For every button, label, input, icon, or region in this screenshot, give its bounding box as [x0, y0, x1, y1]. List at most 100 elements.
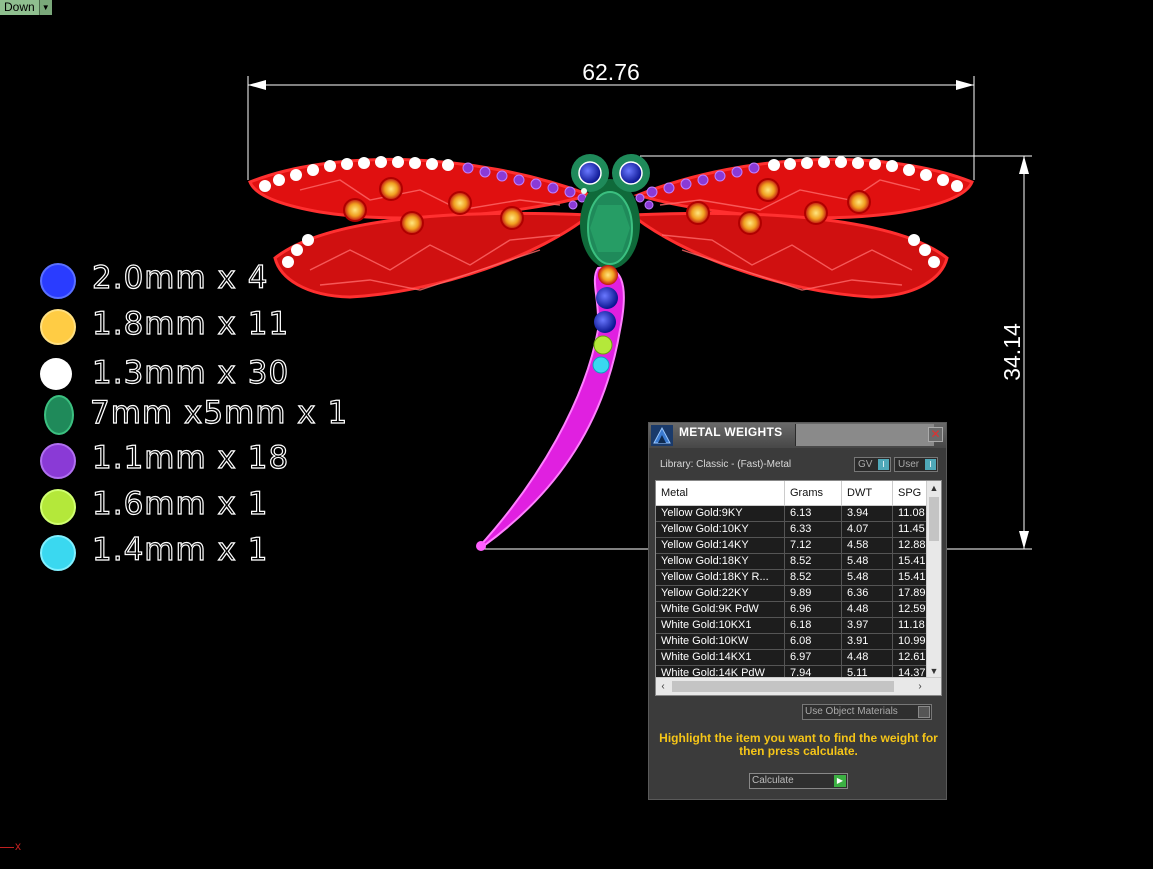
x-axis-label: x — [15, 839, 21, 853]
cell-metal: Yellow Gold:18KY R... — [656, 570, 785, 585]
cell-metal: White Gold:10KX1 — [656, 618, 785, 633]
stone-swatch-icon — [40, 309, 76, 345]
table-row[interactable]: White Gold:9K PdW 6.96 4.48 12.59 — [656, 602, 928, 618]
table-row[interactable]: White Gold:10KX1 6.18 3.97 11.18 — [656, 618, 928, 634]
library-label: Library: Classic - (Fast)-Metal — [660, 459, 792, 470]
user-toggle-label: User — [898, 459, 920, 470]
vertical-scrollbar[interactable]: ▲ ▼ — [926, 481, 941, 678]
stone-swatch-icon — [40, 443, 76, 479]
cell-grams: 9.89 — [785, 586, 842, 601]
stone-swatch-icon — [40, 263, 76, 299]
legend-text: 1.3mm x 30 — [91, 354, 290, 391]
cell-spg: 15.41 — [893, 570, 928, 585]
height-dimension-label: 34.14 — [999, 323, 1025, 381]
cell-grams: 6.96 — [785, 602, 842, 617]
chevron-right-icon[interactable]: › — [913, 678, 927, 695]
cell-grams: 8.52 — [785, 570, 842, 585]
stone-swatch-icon — [40, 535, 76, 571]
cell-metal: White Gold:9K PdW — [656, 602, 785, 617]
column-header-dwt[interactable]: DWT — [842, 481, 893, 505]
width-dimension-label: 62.76 — [582, 59, 640, 85]
cell-metal: Yellow Gold:22KY — [656, 586, 785, 601]
cell-spg: 11.45 — [893, 522, 928, 537]
cell-metal: Yellow Gold:14KY — [656, 538, 785, 553]
toggle-icon: I — [925, 459, 936, 470]
scroll-thumb[interactable] — [929, 497, 939, 541]
legend-text: 1.8mm x 11 — [91, 305, 290, 342]
scroll-thumb[interactable] — [672, 681, 894, 692]
cell-grams: 6.13 — [785, 506, 842, 521]
gv-toggle[interactable]: GV I — [854, 457, 891, 472]
toggle-icon — [918, 706, 930, 718]
chevron-up-icon[interactable]: ▲ — [927, 481, 941, 495]
legend-text: 1.4mm x 1 — [91, 531, 269, 568]
use-object-materials-toggle[interactable]: Use Object Materials — [802, 704, 932, 720]
cell-grams: 8.52 — [785, 554, 842, 569]
table-row[interactable]: Yellow Gold:18KY 8.52 5.48 15.41 — [656, 554, 928, 570]
app-logo-icon — [651, 425, 673, 446]
cell-grams: 6.18 — [785, 618, 842, 633]
play-icon: ▶ — [834, 775, 846, 787]
cell-spg: 11.08 — [893, 506, 928, 521]
cell-dwt: 3.94 — [842, 506, 893, 521]
cell-spg: 17.89 — [893, 586, 928, 601]
cell-dwt: 4.48 — [842, 650, 893, 665]
chevron-down-icon[interactable]: ▼ — [927, 664, 941, 678]
cell-dwt: 5.48 — [842, 570, 893, 585]
column-header-metal[interactable]: Metal — [656, 481, 785, 505]
table-header: Metal Grams DWT SPG — [656, 481, 928, 506]
cell-metal: Yellow Gold:10KY — [656, 522, 785, 537]
cell-dwt: 3.97 — [842, 618, 893, 633]
x-axis-indicator — [0, 847, 14, 848]
cell-grams: 6.97 — [785, 650, 842, 665]
horizontal-scrollbar[interactable]: ‹ › — [656, 677, 941, 695]
calculate-button[interactable]: Calculate ▶ — [749, 773, 848, 789]
table-row[interactable]: Yellow Gold:9KY 6.13 3.94 11.08 — [656, 506, 928, 522]
stone-swatch-icon — [44, 395, 74, 435]
cell-dwt: 5.48 — [842, 554, 893, 569]
legend-text: 1.1mm x 18 — [91, 439, 290, 476]
close-button[interactable]: ✕ — [928, 427, 943, 442]
cell-dwt: 4.07 — [842, 522, 893, 537]
cell-grams: 6.33 — [785, 522, 842, 537]
cell-dwt: 4.48 — [842, 602, 893, 617]
gv-toggle-label: GV — [858, 459, 873, 470]
cell-spg: 12.88 — [893, 538, 928, 553]
panel-titlebar[interactable]: METAL WEIGHTS ✕ — [649, 423, 946, 448]
cell-dwt: 3.91 — [842, 634, 893, 649]
use-object-materials-label: Use Object Materials — [805, 706, 898, 717]
calculate-label: Calculate — [752, 775, 794, 786]
table-row[interactable]: White Gold:14KX1 6.97 4.48 12.61 — [656, 650, 928, 666]
cell-grams: 7.12 — [785, 538, 842, 553]
table-row[interactable]: Yellow Gold:10KY 6.33 4.07 11.45 — [656, 522, 928, 538]
metal-table: Metal Grams DWT SPG Yellow Gold:9KY 6.13 3… — [655, 480, 942, 696]
cell-spg: 11.18 — [893, 618, 928, 633]
table-body: Yellow Gold:9KY 6.13 3.94 11.08 Yellow Gold… — [656, 506, 928, 682]
table-row[interactable]: White Gold:10KW 6.08 3.91 10.99 — [656, 634, 928, 650]
table-row[interactable]: Yellow Gold:14KY 7.12 4.58 12.88 — [656, 538, 928, 554]
cell-metal: Yellow Gold:9KY — [656, 506, 785, 521]
table-row[interactable]: Yellow Gold:18KY R... 8.52 5.48 15.41 — [656, 570, 928, 586]
toggle-icon: I — [878, 459, 889, 470]
stone-swatch-icon — [40, 358, 72, 390]
legend-text: 1.6mm x 1 — [91, 485, 269, 522]
cell-dwt: 4.58 — [842, 538, 893, 553]
panel-title: METAL WEIGHTS — [679, 425, 783, 439]
stone-swatch-icon — [40, 489, 76, 525]
instruction-text: Highlight the item you want to find the … — [659, 731, 938, 758]
legend-text: 7mm x5mm x 1 — [89, 394, 349, 431]
cell-grams: 6.08 — [785, 634, 842, 649]
column-header-spg[interactable]: SPG — [893, 481, 928, 505]
column-header-grams[interactable]: Grams — [785, 481, 842, 505]
cell-spg: 10.99 — [893, 634, 928, 649]
cell-dwt: 6.36 — [842, 586, 893, 601]
user-toggle[interactable]: User I — [894, 457, 938, 472]
cell-spg: 15.41 — [893, 554, 928, 569]
viewport-canvas[interactable]: 62.76 34.14 — [0, 0, 1153, 869]
legend-text: 2.0mm x 4 — [91, 259, 269, 296]
cell-spg: 12.61 — [893, 650, 928, 665]
cell-metal: Yellow Gold:18KY — [656, 554, 785, 569]
chevron-left-icon[interactable]: ‹ — [656, 678, 670, 695]
table-row[interactable]: Yellow Gold:22KY 9.89 6.36 17.89 — [656, 586, 928, 602]
cell-metal: White Gold:10KW — [656, 634, 785, 649]
